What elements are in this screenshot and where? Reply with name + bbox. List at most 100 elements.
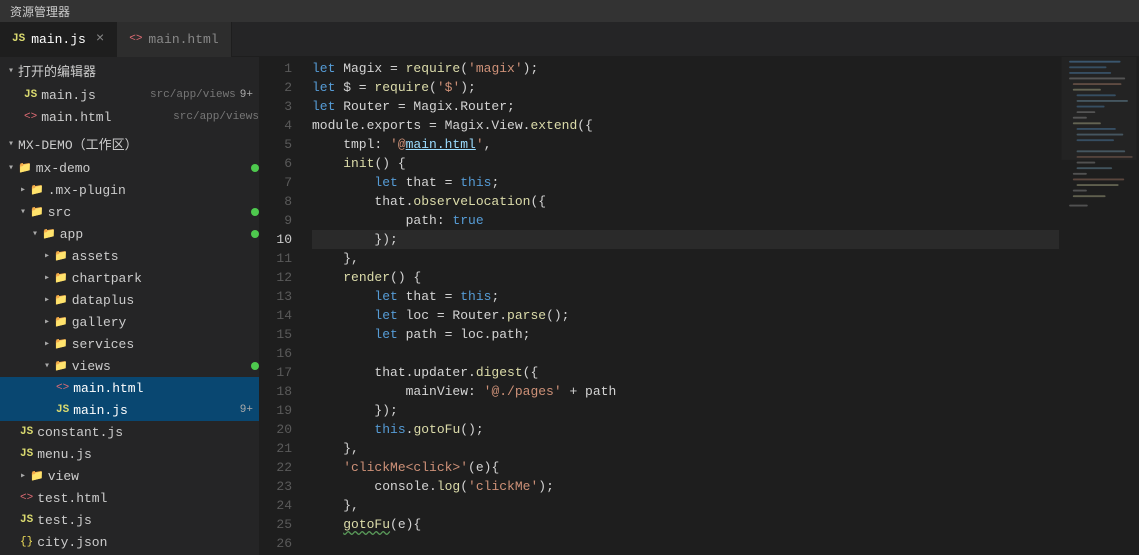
tree-gallery-label: gallery: [72, 315, 259, 330]
tree-src[interactable]: ▾ 📁 src: [0, 201, 259, 223]
tree-test-js-label: test.js: [37, 513, 259, 528]
tab-bar: JS main.js × <> main.html: [0, 22, 1139, 57]
ln-6: 6: [268, 154, 292, 173]
open-editor-main-html-label: main.html: [41, 110, 173, 125]
code-line-9: path: true: [312, 211, 1059, 230]
tab-js-icon: JS: [12, 33, 25, 45]
chevron-gallery: ▸: [44, 316, 50, 328]
ln-23: 23: [268, 477, 292, 496]
tree-view[interactable]: ▸ 📁 view: [0, 465, 259, 487]
ln-20: 20: [268, 420, 292, 439]
badge-green-mx-demo: [251, 164, 259, 172]
code-editor[interactable]: let Magix = require('magix'); let $ = re…: [300, 57, 1059, 555]
html-icon-test: <>: [20, 492, 33, 504]
code-line-7: let that = this;: [312, 173, 1059, 192]
ln-8: 8: [268, 192, 292, 211]
chevron-mx-plugin: ▸: [20, 184, 26, 196]
ln-19: 19: [268, 401, 292, 420]
tab-main-js[interactable]: JS main.js ×: [0, 22, 117, 57]
tree-services-label: services: [72, 337, 259, 352]
open-editor-main-js-label: main.js: [41, 88, 150, 103]
chevron-services: ▸: [44, 338, 50, 350]
folder-icon-mx-demo: 📁: [18, 161, 32, 175]
ln-18: 18: [268, 382, 292, 401]
sidebar: ▾ 打开的编辑器 JS main.js src/app/views 9+ <> …: [0, 57, 260, 555]
workspace-header[interactable]: ▾ MX-DEMO（工作区）: [0, 130, 259, 157]
tree-assets[interactable]: ▸ 📁 assets: [0, 245, 259, 267]
ln-15: 15: [268, 325, 292, 344]
title-label: 资源管理器: [10, 3, 70, 20]
ln-10: 10: [268, 230, 292, 249]
tree-city-json[interactable]: {} city.json: [0, 531, 259, 553]
open-editor-main-js-badge: 9+: [240, 89, 253, 101]
folder-icon-view: 📁: [30, 469, 44, 483]
tree-dataplus-label: dataplus: [72, 293, 259, 308]
tree-test-html[interactable]: <> test.html: [0, 487, 259, 509]
tree-mx-plugin[interactable]: ▸ 📁 .mx-plugin: [0, 179, 259, 201]
tab-main-js-label: main.js: [31, 32, 86, 47]
js-icon: JS: [24, 89, 37, 101]
tree-src-label: src: [48, 205, 247, 220]
open-editor-main-js-path: src/app/views: [150, 89, 236, 101]
tree-mx-demo[interactable]: ▾ 📁 mx-demo: [0, 157, 259, 179]
tree-dataplus[interactable]: ▸ 📁 dataplus: [0, 289, 259, 311]
badge-green-app: [251, 230, 259, 238]
chevron-mx-demo: ▾: [8, 162, 14, 174]
code-line-10: });: [312, 230, 1059, 249]
open-editors-header[interactable]: ▾ 打开的编辑器: [0, 57, 259, 84]
ln-2: 2: [268, 78, 292, 97]
tree-mx-demo-label: mx-demo: [36, 161, 247, 176]
tree-menu-js[interactable]: JS menu.js: [0, 443, 259, 465]
editor-area[interactable]: 1 2 3 4 5 6 7 8 9 10 11 12 13 14 15 16 1…: [260, 57, 1139, 555]
tree-test-js[interactable]: JS test.js: [0, 509, 259, 531]
chevron-assets: ▸: [44, 250, 50, 262]
code-line-20: this.gotoFu();: [312, 420, 1059, 439]
ln-17: 17: [268, 363, 292, 382]
chevron-open-editors: ▾: [8, 65, 14, 77]
tree-chartpark[interactable]: ▸ 📁 chartpark: [0, 267, 259, 289]
ln-12: 12: [268, 268, 292, 287]
tree-app[interactable]: ▾ 📁 app: [0, 223, 259, 245]
js-icon-main: JS: [56, 404, 69, 416]
code-line-26: [312, 534, 1059, 553]
ln-22: 22: [268, 458, 292, 477]
open-editors-label: 打开的编辑器: [18, 61, 96, 80]
tree-main-js[interactable]: JS main.js 9+: [0, 399, 259, 421]
code-line-14: let loc = Router.parse();: [312, 306, 1059, 325]
html-icon: <>: [24, 111, 37, 123]
js-icon-constant: JS: [20, 426, 33, 438]
folder-icon-views: 📁: [54, 359, 68, 373]
code-line-24: },: [312, 496, 1059, 515]
tree-views[interactable]: ▾ 📁 views: [0, 355, 259, 377]
main-content: ▾ 打开的编辑器 JS main.js src/app/views 9+ <> …: [0, 57, 1139, 555]
code-line-15: let path = loc.path;: [312, 325, 1059, 344]
ln-4: 4: [268, 116, 292, 135]
code-line-6: init() {: [312, 154, 1059, 173]
open-editor-main-html[interactable]: <> main.html src/app/views: [0, 106, 259, 128]
chevron-chartpark: ▸: [44, 272, 50, 284]
folder-icon-chartpark: 📁: [54, 271, 68, 285]
ln-7: 7: [268, 173, 292, 192]
code-line-16: [312, 344, 1059, 363]
tab-close-icon[interactable]: ×: [96, 31, 104, 47]
folder-icon-dataplus: 📁: [54, 293, 68, 307]
code-line-2: let $ = require('$');: [312, 78, 1059, 97]
open-editor-main-html-path: src/app/views: [173, 111, 259, 123]
folder-icon-app: 📁: [42, 227, 56, 241]
tree-constant-js[interactable]: JS constant.js: [0, 421, 259, 443]
tree-services[interactable]: ▸ 📁 services: [0, 333, 259, 355]
code-line-4: module.exports = Magix.View.extend({: [312, 116, 1059, 135]
ln-9: 9: [268, 211, 292, 230]
ln-24: 24: [268, 496, 292, 515]
js-icon-menu: JS: [20, 448, 33, 460]
ln-5: 5: [268, 135, 292, 154]
open-editor-main-js[interactable]: JS main.js src/app/views 9+: [0, 84, 259, 106]
tab-main-html[interactable]: <> main.html: [117, 22, 231, 57]
folder-icon-assets: 📁: [54, 249, 68, 263]
ln-21: 21: [268, 439, 292, 458]
chevron-dataplus: ▸: [44, 294, 50, 306]
tree-menu-js-label: menu.js: [37, 447, 259, 462]
code-line-21: },: [312, 439, 1059, 458]
tree-gallery[interactable]: ▸ 📁 gallery: [0, 311, 259, 333]
tree-main-html[interactable]: <> main.html: [0, 377, 259, 399]
